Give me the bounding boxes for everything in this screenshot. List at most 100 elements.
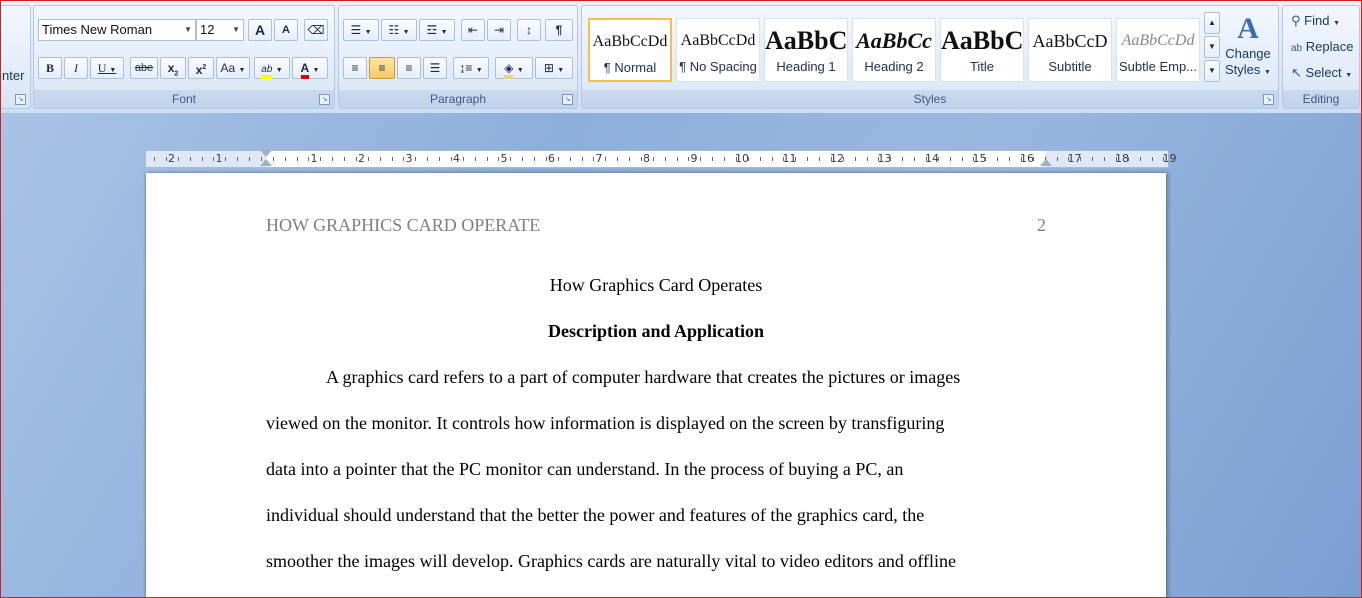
style-subtitle[interactable]: AaBbCcD Subtitle [1028, 18, 1112, 82]
sort-button[interactable]: ↕ [517, 19, 541, 41]
style-name: Title [969, 59, 995, 74]
multilevel-list-button[interactable]: ☲ ▼ [419, 19, 455, 41]
ruler-tick [640, 157, 642, 161]
find-button[interactable]: ⚲ Find ▼ [1291, 10, 1340, 32]
ruler-tick [1056, 157, 1058, 161]
ruler-number: 2 [168, 152, 175, 165]
font-group-label: Font [34, 90, 334, 108]
ruler-tick [949, 157, 951, 161]
style-heading-2[interactable]: AaBbCc Heading 2 [852, 18, 936, 82]
paragraph-line: individual should understand that the be… [266, 505, 925, 525]
justify-button[interactable]: ☰ [423, 57, 447, 79]
ruler-tick [1068, 157, 1070, 161]
styles-more-button[interactable]: ▼ [1204, 60, 1220, 82]
style-normal[interactable]: AaBbCcDd ¶ Normal [588, 18, 672, 82]
shading-button[interactable]: ◈ ▼ [495, 57, 533, 79]
ruler-number: 7 [595, 152, 603, 165]
ruler-tick [688, 157, 690, 161]
ruler-tick [1151, 157, 1153, 161]
font-launcher-icon[interactable]: ↘ [319, 94, 330, 105]
chevron-down-icon: ▼ [1345, 72, 1353, 79]
ruler-tick [296, 157, 298, 161]
style-heading-1[interactable]: AaBbC Heading 1 [764, 18, 848, 82]
ruler-tick [1104, 157, 1105, 161]
align-right-button[interactable]: ≡ [397, 57, 421, 79]
document-page[interactable]: HOW GRAPHICS CARD OPERATE 2 How Graphics… [146, 173, 1166, 597]
running-header: HOW GRAPHICS CARD OPERATE [266, 215, 541, 235]
horizontal-ruler[interactable]: 2 1 1 2 3 4 5 6 7 8 9 10 11 12 13 14 15 16 17 18 19 [145, 150, 1177, 168]
change-styles-label-2: Styles [1225, 62, 1261, 77]
replace-icon: ab [1291, 43, 1303, 54]
italic-button[interactable]: I [64, 57, 88, 79]
ruler-tick [522, 157, 524, 161]
ruler-tick [225, 157, 227, 161]
first-line-indent-marker[interactable] [260, 150, 272, 157]
select-button[interactable]: ↖ Select ▼ [1291, 62, 1352, 84]
ruler-tick [450, 157, 452, 161]
ruler-tick [1080, 157, 1082, 161]
bullets-button[interactable]: ☰ ▼ [343, 19, 379, 41]
style-preview: AaBbCcDd [680, 32, 756, 49]
chevron-down-icon: ▼ [184, 25, 192, 34]
styles-scroll-up-button[interactable]: ▲ [1204, 12, 1220, 34]
style-name: Heading 2 [864, 59, 924, 74]
style-preview: AaBbC [941, 26, 1023, 55]
clipboard-group: nter ↘ [1, 5, 31, 109]
hanging-indent-marker[interactable] [260, 159, 272, 166]
subscript-button[interactable]: x2 [160, 57, 186, 79]
strikethrough-button[interactable]: abe [130, 57, 158, 79]
ruler-number: 1 [310, 152, 318, 165]
format-painter-label[interactable]: nter [2, 68, 24, 83]
underline-button[interactable]: U ▼ [90, 57, 124, 79]
paragraph-launcher-icon[interactable]: ↘ [562, 94, 573, 105]
style-title[interactable]: AaBbC Title [940, 18, 1024, 82]
line-spacing-button[interactable]: ↨≡ ▼ [453, 57, 489, 79]
highlight-button[interactable]: ab ▼ [254, 57, 290, 79]
style-no-spacing[interactable]: AaBbCcDd ¶ No Spacing [676, 18, 760, 82]
ruler-number: 9 [690, 152, 698, 165]
style-name: ¶ Normal [603, 60, 657, 75]
clear-formatting-button[interactable]: ⌫ [304, 19, 328, 41]
chevron-down-icon: ▼ [1333, 20, 1341, 27]
right-indent-marker[interactable] [1040, 159, 1052, 166]
change-styles-button[interactable]: A Change Styles ▼ [1222, 12, 1274, 88]
style-preview: AaBbCc [856, 28, 932, 53]
styles-scroll-down-button[interactable]: ▼ [1204, 36, 1220, 58]
replace-button[interactable]: ab Replace [1291, 36, 1353, 58]
bold-button[interactable]: B [38, 57, 62, 79]
ruler-tick [165, 157, 167, 161]
font-name-combo[interactable]: Times New Roman ▼ [38, 19, 196, 41]
font-color-button[interactable]: A ▼ [292, 57, 328, 79]
ruler-tick [308, 157, 310, 161]
align-left-button[interactable]: ≡ [343, 57, 367, 79]
grow-font-button[interactable]: A [248, 19, 272, 41]
show-marks-button[interactable]: ¶ [545, 19, 573, 41]
ruler-tick [937, 157, 939, 161]
change-case-icon: Aa [220, 61, 236, 75]
ruler-tick [284, 157, 286, 161]
font-size-value: 12 [200, 22, 215, 37]
align-center-button[interactable]: ≡ [369, 57, 395, 79]
style-name: Heading 1 [776, 59, 836, 74]
ruler-tick [842, 157, 844, 161]
ruler-tick [486, 157, 488, 161]
numbered-list-icon: ☷ [388, 23, 400, 37]
ruler-tick [712, 157, 714, 161]
ruler-tick [629, 157, 630, 161]
numbering-button[interactable]: ☷ ▼ [381, 19, 417, 41]
increase-indent-button[interactable]: ⇥ [487, 19, 511, 41]
document-subtitle: Description and Application [547, 321, 765, 341]
superscript-button[interactable]: x2 [188, 57, 214, 79]
decrease-indent-button[interactable]: ⇤ [461, 19, 485, 41]
clipboard-launcher-icon[interactable]: ↘ [15, 94, 26, 105]
font-size-combo[interactable]: 12 ▼ [196, 19, 244, 41]
change-case-button[interactable]: Aa ▼ [216, 57, 250, 79]
ruler-tick [213, 157, 215, 161]
paragraph-line: viewed on the monitor. It controls how i… [266, 413, 945, 433]
borders-button[interactable]: ⊞ ▼ [535, 57, 573, 79]
ruler-number: 1 [215, 152, 223, 165]
styles-launcher-icon[interactable]: ↘ [1263, 94, 1274, 105]
style-subtle-emphasis[interactable]: AaBbCcDd Subtle Emp... [1116, 18, 1200, 82]
ruler-tick [771, 157, 773, 161]
shrink-font-button[interactable]: A [274, 19, 298, 41]
